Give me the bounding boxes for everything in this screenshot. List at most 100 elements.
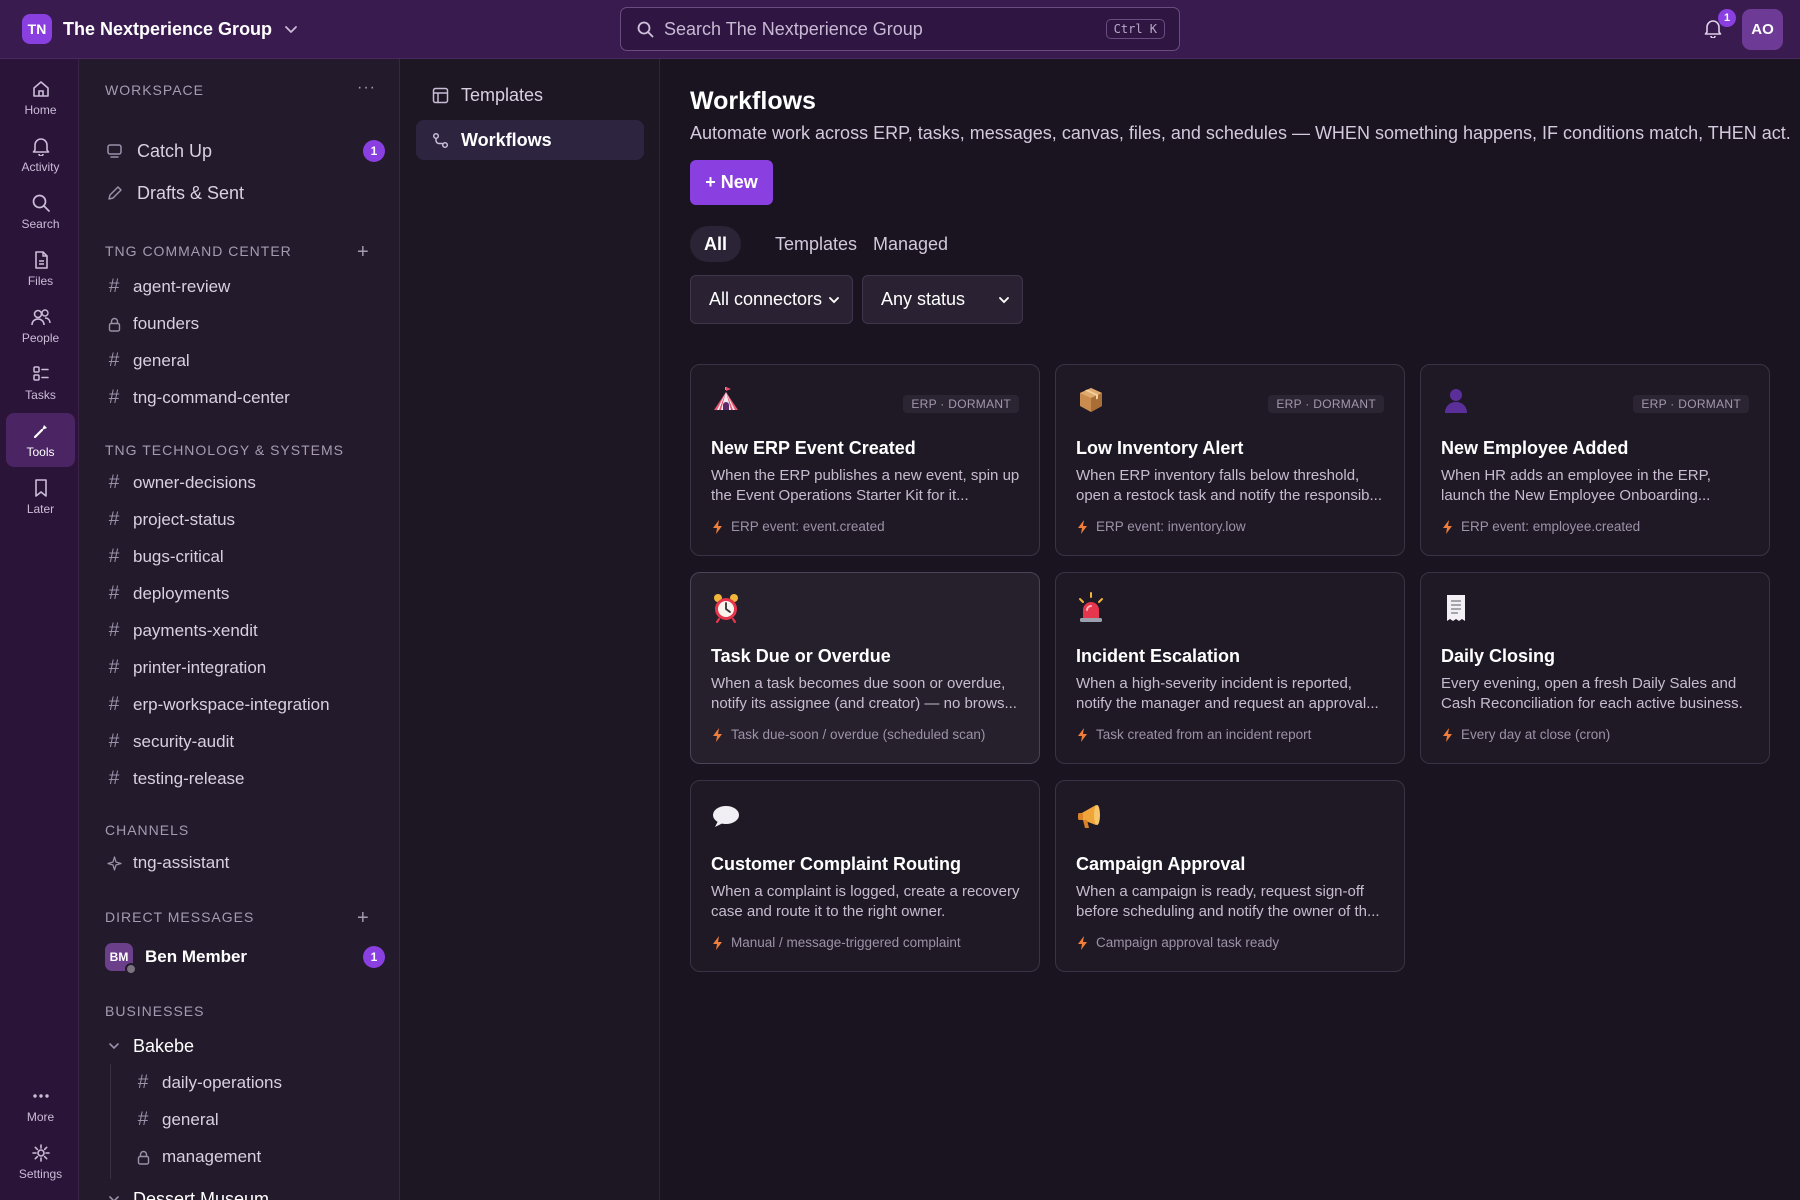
left-rail: Home Activity Search Files People Tasks … [0,59,79,1200]
hash-icon: # [108,472,120,493]
home-icon [31,79,51,99]
add-dm-icon[interactable]: + [357,908,369,928]
sidebar-item-drafts[interactable]: Drafts & Sent [105,178,385,208]
workflow-card-low-inventory[interactable]: ERP · DORMANT Low Inventory Alert When E… [1055,364,1405,556]
workspace-more-icon[interactable]: ··· [357,80,376,96]
workflow-card-task-due[interactable]: Task Due or Overdue When a task becomes … [690,572,1040,764]
channel-label: deployments [133,584,230,603]
rail-settings[interactable]: Settings [6,1135,75,1189]
card-trigger: Every day at close (cron) [1443,727,1610,742]
hash-icon: # [108,731,120,752]
rail-activity[interactable]: Activity [6,128,75,182]
org-name: The Nextperience Group [63,18,273,39]
bell-icon [31,136,51,156]
rail-files[interactable]: Files [6,242,75,296]
rail-search[interactable]: Search [6,185,75,239]
business-group-bakebe[interactable]: Bakebe [105,1031,385,1061]
new-workflow-button[interactable]: + New [690,160,773,205]
channel-printer-integration[interactable]: # printer-integration [105,653,385,683]
bolt-icon [1078,727,1087,742]
card-description: When a high-severity incident is reporte… [1076,675,1379,712]
channel-testing-release[interactable]: # testing-release [105,764,385,794]
rail-later[interactable]: Later [6,470,75,524]
channel-agent-review[interactable]: # agent-review [105,272,385,302]
bolt-icon [1078,935,1087,950]
channel-bugs-critical[interactable]: # bugs-critical [105,542,385,572]
channel-label: management [162,1147,262,1166]
channel-label: printer-integration [133,658,267,677]
channel-bakebe-general[interactable]: # general [134,1105,384,1135]
workflow-card-incident-escalation[interactable]: Incident Escalation When a high-severity… [1055,572,1405,764]
dm-ben-member[interactable]: BM Ben Member 1 [105,941,385,975]
channel-project-status[interactable]: # project-status [105,505,385,535]
connector-filter-select[interactable]: All connectors [690,275,853,324]
chevron-down-icon [828,294,840,306]
rail-tools[interactable]: Tools [6,413,75,467]
card-title: Daily Closing [1441,646,1556,666]
speech-bubble-icon [709,799,743,833]
channel-owner-decisions[interactable]: # owner-decisions [105,468,385,498]
more-icon [31,1086,51,1106]
status-tag: ERP · DORMANT [903,395,1019,413]
channel-label: tng-command-center [133,388,290,407]
search-shortcut: Ctrl K [1105,19,1165,39]
status-filter-select[interactable]: Any status [862,275,1023,324]
channel-daily-operations[interactable]: # daily-operations [134,1068,384,1098]
workflow-card-complaint-routing[interactable]: Customer Complaint Routing When a compla… [690,780,1040,972]
rail-label: Settings [18,1167,63,1181]
subnav-workflows[interactable]: Workflows [416,120,644,160]
bolt-icon [1443,519,1452,534]
rail-more[interactable]: More [6,1078,75,1132]
card-description: When ERP inventory falls below threshold… [1076,467,1383,504]
hash-icon: # [108,620,120,641]
subnav-templates[interactable]: Templates [416,75,644,115]
rail-label: More [26,1110,55,1124]
tab-managed[interactable]: Managed [859,226,962,262]
card-trigger: Task created from an incident report [1078,727,1311,742]
card-trigger: ERP event: inventory.low [1078,519,1246,534]
channel-deployments[interactable]: # deployments [105,579,385,609]
trigger-label: Manual / message-triggered complaint [731,935,961,950]
sidebar: WORKSPACE ··· Catch Up 1 Drafts & Sent T… [79,59,400,1200]
rail-home[interactable]: Home [6,71,75,125]
channel-security-audit[interactable]: # security-audit [105,727,385,757]
card-description: Every evening, open a fresh Daily Sales … [1441,675,1743,712]
channel-label: project-status [133,510,236,529]
sidebar-item-label: Catch Up [137,140,213,161]
trigger-label: Every day at close (cron) [1461,727,1611,742]
circus-tent-icon [709,383,743,417]
hash-icon: # [108,694,120,715]
search-input[interactable] [664,18,1106,40]
workflow-card-daily-closing[interactable]: Daily Closing Every evening, open a fres… [1420,572,1770,764]
user-avatar[interactable]: AO [1742,9,1783,50]
channel-erp-workspace-integration[interactable]: # erp-workspace-integration [105,690,385,720]
add-channel-icon[interactable]: + [357,242,369,262]
channel-tng-command-center[interactable]: # tng-command-center [105,383,385,413]
org-switcher[interactable]: TN The Nextperience Group [22,14,298,44]
workflow-card-new-employee[interactable]: ERP · DORMANT New Employee Added When HR… [1420,364,1770,556]
rail-label: Files [27,274,54,288]
sidebar-item-catch-up[interactable]: Catch Up 1 [105,136,385,166]
channel-management[interactable]: management [134,1142,384,1172]
section-heading: TNG COMMAND CENTER [105,243,292,259]
channel-founders[interactable]: founders [105,309,385,339]
rail-tasks[interactable]: Tasks [6,356,75,410]
tree-line [110,1064,111,1179]
channel-label: payments-xendit [133,621,258,640]
chevron-down-icon [998,294,1010,306]
card-title: New ERP Event Created [711,438,916,458]
channel-general[interactable]: # general [105,346,385,376]
rail-people[interactable]: People [6,299,75,353]
channel-label: erp-workspace-integration [133,695,330,714]
section-heading: WORKSPACE [105,82,204,98]
workflow-card-new-erp-event[interactable]: ERP · DORMANT New ERP Event Created When… [690,364,1040,556]
channel-payments-xendit[interactable]: # payments-xendit [105,616,385,646]
tab-templates[interactable]: Templates [761,226,871,262]
hash-icon: # [108,350,120,371]
workflow-card-campaign-approval[interactable]: Campaign Approval When a campaign is rea… [1055,780,1405,972]
rail-label: Home [24,103,57,117]
tab-all[interactable]: All [690,226,742,262]
channel-tng-assistant[interactable]: tng-assistant [105,848,385,878]
business-group-dessert-museum[interactable]: Dessert Museum [105,1184,385,1200]
trigger-label: Campaign approval task ready [1096,935,1280,950]
